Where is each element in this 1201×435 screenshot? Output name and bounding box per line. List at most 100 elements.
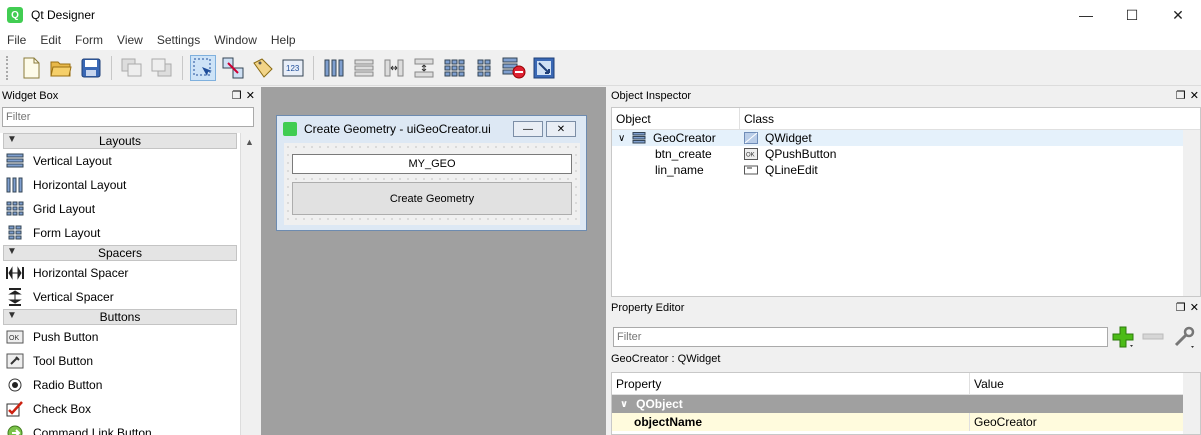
form-minimize-button[interactable]: — — [513, 121, 543, 137]
edit-signals-slots-icon[interactable] — [220, 55, 246, 81]
svg-text:OK: OK — [9, 335, 19, 342]
menu-form[interactable]: Form — [68, 33, 110, 47]
widget-item-label: Push Button — [33, 330, 99, 344]
property-table-header: Property Value — [612, 373, 1200, 395]
column-header-class[interactable]: Class — [740, 108, 778, 129]
new-file-icon[interactable] — [18, 55, 44, 81]
property-class-label: GeoCreator : QWidget — [611, 353, 721, 365]
float-dock-icon[interactable]: ❐ — [1176, 89, 1186, 102]
close-button[interactable]: ✕ — [1155, 0, 1201, 30]
lay-out-in-grid-icon[interactable] — [441, 55, 467, 81]
lay-out-horizontally-icon[interactable] — [321, 55, 347, 81]
menu-edit[interactable]: Edit — [33, 33, 68, 47]
widget-box-title-bar: Widget Box ❐ ✕ — [0, 87, 257, 105]
qt-designer-app-icon: Q — [7, 7, 23, 23]
tree-row[interactable]: lin_name QLineEdit — [612, 162, 1200, 178]
property-name: objectName — [612, 413, 970, 431]
close-dock-icon[interactable]: ✕ — [1190, 301, 1199, 314]
menu-window[interactable]: Window — [207, 33, 264, 47]
lay-out-in-form-icon[interactable] — [471, 55, 497, 81]
configure-wrench-icon[interactable] — [1171, 325, 1197, 349]
widget-icon — [744, 132, 758, 144]
title-bar: Q Qt Designer — ☐ ✕ — [0, 0, 1201, 30]
property-value[interactable]: GeoCreator — [970, 415, 1037, 429]
lay-out-vertically-icon[interactable] — [351, 55, 377, 81]
widget-list-scrollbar[interactable]: ▲ — [240, 133, 257, 435]
widget-item-label: Command Link Button — [33, 426, 152, 435]
widget-item-form-layout[interactable]: Form Layout — [0, 221, 240, 245]
edit-tab-order-icon[interactable]: 123 — [280, 55, 306, 81]
widget-item-horizontal-spacer[interactable]: Horizontal Spacer — [0, 261, 240, 285]
minimize-button[interactable]: — — [1063, 0, 1109, 30]
menu-settings[interactable]: Settings — [150, 33, 207, 47]
column-header-value[interactable]: Value — [970, 373, 1008, 394]
form-close-button[interactable]: ✕ — [546, 121, 576, 137]
widget-item-label: Check Box — [33, 402, 92, 416]
widget-item-tool-button[interactable]: Tool Button — [0, 349, 240, 373]
form-window-title: Create Geometry - uiGeoCreator.ui — [304, 122, 491, 136]
widget-item-horizontal-layout[interactable]: Horizontal Layout — [0, 173, 240, 197]
object-name: lin_name — [655, 163, 704, 177]
menu-file[interactable]: File — [0, 33, 33, 47]
category-buttons[interactable]: ▼ Buttons — [3, 309, 237, 325]
chevron-down-icon[interactable]: ∨ — [620, 399, 628, 410]
float-dock-icon[interactable]: ❐ — [1176, 301, 1186, 314]
column-header-property[interactable]: Property — [612, 373, 970, 394]
widget-item-vertical-layout[interactable]: Vertical Layout — [0, 149, 240, 173]
object-tree-scrollbar[interactable] — [1183, 130, 1200, 296]
category-layouts[interactable]: ▼ Layouts — [3, 133, 237, 149]
chevron-down-icon: ▼ — [7, 246, 17, 257]
column-header-object[interactable]: Object — [612, 108, 740, 129]
category-label: Spacers — [97, 246, 143, 260]
adjust-size-icon[interactable] — [531, 55, 557, 81]
float-dock-icon[interactable]: ❐ — [232, 89, 242, 102]
widget-item-radio-button[interactable]: Radio Button — [0, 373, 240, 397]
tree-row[interactable]: ∨ GeoCreator QWidget — [612, 130, 1200, 146]
widget-item-vertical-spacer[interactable]: Vertical Spacer — [0, 285, 240, 309]
widget-item-label: Form Layout — [33, 226, 101, 240]
widget-item-push-button[interactable]: OK Push Button — [0, 325, 240, 349]
edit-widgets-icon[interactable] — [190, 54, 216, 81]
name-line-edit[interactable]: MY_GEO — [292, 154, 572, 174]
open-folder-icon[interactable] — [48, 55, 74, 81]
widget-box-filter-input[interactable] — [2, 107, 254, 127]
property-editor-title: Property Editor — [611, 302, 685, 314]
property-filter-input[interactable] — [613, 327, 1108, 347]
line-edit-icon — [744, 164, 758, 176]
bring-to-front-icon[interactable] — [119, 55, 145, 81]
tree-row[interactable]: btn_create OK QPushButton — [612, 146, 1200, 162]
property-group-qobject[interactable]: ∨ QObject — [612, 395, 1200, 413]
lay-out-vertically-splitter-icon[interactable] — [411, 55, 437, 81]
break-layout-icon[interactable] — [501, 55, 527, 81]
add-dynamic-property-icon[interactable] — [1111, 325, 1135, 349]
category-spacers[interactable]: ▼ Spacers — [3, 245, 237, 261]
form-title-bar[interactable]: Create Geometry - uiGeoCreator.ui — ✕ — [277, 116, 586, 142]
class-name: QWidget — [765, 131, 812, 145]
menu-help[interactable]: Help — [264, 33, 303, 47]
maximize-button[interactable]: ☐ — [1109, 0, 1155, 30]
widget-item-grid-layout[interactable]: Grid Layout — [0, 197, 240, 221]
close-dock-icon[interactable]: ✕ — [1190, 89, 1199, 102]
toolbar-grip[interactable] — [6, 55, 10, 80]
class-name: QPushButton — [765, 147, 837, 161]
edit-buddies-icon[interactable] — [250, 55, 276, 81]
widget-item-check-box[interactable]: Check Box — [0, 397, 240, 421]
chevron-down-icon[interactable]: ∨ — [612, 133, 632, 144]
send-to-back-icon[interactable] — [149, 55, 175, 81]
form-canvas[interactable]: MY_GEO Create Geometry — [284, 143, 580, 225]
close-dock-icon[interactable]: ✕ — [246, 89, 255, 102]
save-icon[interactable] — [78, 55, 104, 81]
remove-dynamic-property-icon[interactable] — [1141, 325, 1165, 349]
form-window[interactable]: Create Geometry - uiGeoCreator.ui — ✕ MY… — [276, 115, 587, 231]
menu-view[interactable]: View — [110, 33, 150, 47]
object-tree-header: Object Class — [612, 108, 1200, 130]
property-row[interactable]: objectName GeoCreator — [612, 413, 1200, 431]
property-table-scrollbar[interactable] — [1183, 373, 1200, 434]
widget-item-label: Vertical Layout — [33, 154, 112, 168]
widget-list: ▼ Layouts Vertical Layout Horizontal Lay… — [0, 133, 240, 435]
widget-item-command-link-button[interactable]: Command Link Button — [0, 421, 240, 435]
scroll-up-icon[interactable]: ▲ — [241, 133, 258, 150]
lay-out-horizontally-splitter-icon[interactable] — [381, 55, 407, 81]
widget-item-label: Radio Button — [33, 378, 103, 392]
create-geometry-button[interactable]: Create Geometry — [292, 182, 572, 215]
